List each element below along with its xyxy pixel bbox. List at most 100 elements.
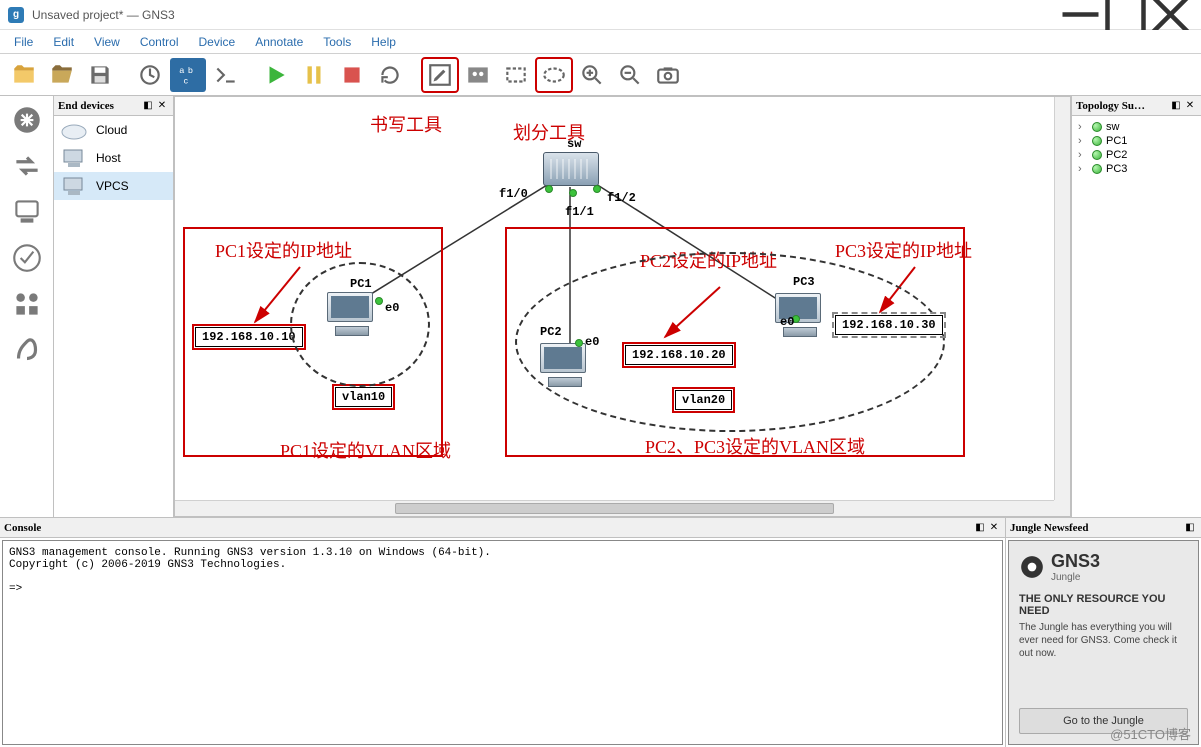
device-label: Cloud <box>96 123 127 137</box>
vlan10-ellipse[interactable] <box>290 262 430 387</box>
panel-close-button[interactable]: ✕ <box>155 99 169 113</box>
device-label: Host <box>96 151 121 165</box>
new-project-button[interactable] <box>6 58 42 92</box>
port-dot <box>545 185 553 193</box>
menu-file[interactable]: File <box>4 32 43 52</box>
panel-undock-button[interactable]: ◧ <box>1169 99 1183 113</box>
end-devices-header: End devices ◧ ✕ <box>54 96 173 116</box>
port-label-f11: f1/1 <box>565 205 594 219</box>
topology-label: PC1 <box>1106 135 1127 147</box>
console-line: GNS3 management console. Running GNS3 ve… <box>9 547 491 559</box>
jungle-text: The Jungle has everything you will ever … <box>1019 621 1188 660</box>
open-project-button[interactable] <box>44 58 80 92</box>
port-dot <box>575 339 583 347</box>
add-link-button[interactable] <box>5 330 49 370</box>
pause-all-button[interactable] <box>296 58 332 92</box>
gns3-logo-icon <box>1019 554 1045 580</box>
pc2-ip-box[interactable]: 192.168.10.20 <box>625 345 733 365</box>
port-label-f12: f1/2 <box>607 191 636 205</box>
panel-close-button[interactable]: ✕ <box>1183 99 1197 113</box>
draw-ellipse-button[interactable] <box>536 58 572 92</box>
device-item-host[interactable]: Host <box>54 144 173 172</box>
console-all-button[interactable] <box>208 58 244 92</box>
console-output[interactable]: GNS3 management console. Running GNS3 ve… <box>2 540 1003 745</box>
menu-device[interactable]: Device <box>189 32 246 52</box>
show-hostnames-button[interactable]: abc <box>170 58 206 92</box>
jungle-headline: THE ONLY RESOURCE YOU NEED <box>1019 593 1188 617</box>
screenshot-button[interactable] <box>650 58 686 92</box>
status-dot-icon <box>1092 164 1102 174</box>
insert-image-button[interactable] <box>460 58 496 92</box>
zoom-out-button[interactable] <box>612 58 648 92</box>
menubar: File Edit View Control Device Annotate T… <box>0 30 1201 54</box>
jungle-title: Jungle Newsfeed <box>1010 522 1183 534</box>
all-devices-category-button[interactable] <box>5 284 49 324</box>
reload-button[interactable] <box>132 58 168 92</box>
end-devices-category-button[interactable] <box>5 192 49 232</box>
stop-all-button[interactable] <box>334 58 370 92</box>
routers-category-button[interactable] <box>5 100 49 140</box>
start-all-button[interactable] <box>258 58 294 92</box>
menu-help[interactable]: Help <box>361 32 406 52</box>
canvas-vertical-scrollbar[interactable] <box>1054 97 1070 500</box>
pc2-port: e0 <box>585 335 599 349</box>
watermark: @51CTO博客 <box>1110 724 1191 743</box>
device-item-vpcs[interactable]: VPCS <box>54 172 173 200</box>
menu-control[interactable]: Control <box>130 32 189 52</box>
menu-edit[interactable]: Edit <box>43 32 84 52</box>
menu-tools[interactable]: Tools <box>313 32 361 52</box>
switches-category-button[interactable] <box>5 146 49 186</box>
menu-view[interactable]: View <box>84 32 130 52</box>
refresh-button[interactable] <box>372 58 408 92</box>
topology-item-pc3[interactable]: ›PC3 <box>1076 162 1197 176</box>
close-button[interactable] <box>1148 0 1193 30</box>
topology-item-sw[interactable]: ›sw <box>1076 120 1197 134</box>
zoom-in-button[interactable] <box>574 58 610 92</box>
panel-undock-button[interactable]: ◧ <box>141 99 155 113</box>
pc2-label: PC2 <box>540 325 562 339</box>
console-line: Copyright (c) 2006-2019 GNS3 Technologie… <box>9 559 286 571</box>
panel-undock-button[interactable]: ◧ <box>1183 521 1197 535</box>
port-dot <box>569 189 577 197</box>
topology-list: ›sw ›PC1 ›PC2 ›PC3 <box>1072 116 1201 180</box>
topology-panel: Topology Su… ◧ ✕ ›sw ›PC1 ›PC2 ›PC3 <box>1071 96 1201 517</box>
pc3-port: e0 <box>780 315 794 329</box>
switch-label: sw <box>567 137 581 151</box>
minimize-button[interactable] <box>1058 0 1103 30</box>
maximize-button[interactable] <box>1103 0 1148 30</box>
device-item-cloud[interactable]: Cloud <box>54 116 173 144</box>
save-project-button[interactable] <box>82 58 118 92</box>
device-category-bar <box>0 96 54 517</box>
app-icon: g <box>8 7 24 23</box>
menu-annotate[interactable]: Annotate <box>245 32 313 52</box>
end-devices-panel: End devices ◧ ✕ Cloud Host VPCS <box>54 96 174 517</box>
pc1-ip-box[interactable]: 192.168.10.10 <box>195 327 303 347</box>
annotation-pc1-ip: PC1设定的IP地址 <box>215 237 352 263</box>
draw-rectangle-button[interactable] <box>498 58 534 92</box>
topology-label: PC2 <box>1106 149 1127 161</box>
jungle-panel: Jungle Newsfeed ◧ GNS3 Jungle THE ONLY R… <box>1006 518 1201 747</box>
topology-canvas[interactable]: 书写工具 划分工具 sw f1/0 f1/1 f1/2 PC1设定的IP地址 P… <box>174 96 1071 517</box>
switch-node[interactable] <box>543 152 599 186</box>
pc3-ip-box[interactable]: 192.168.10.30 <box>835 315 943 335</box>
annotation-pc3-ip: PC3设定的IP地址 <box>835 237 972 263</box>
topology-title: Topology Su… <box>1076 100 1169 112</box>
vlan20-box[interactable]: vlan20 <box>675 390 732 410</box>
pc2-node[interactable] <box>540 343 590 387</box>
topology-item-pc1[interactable]: ›PC1 <box>1076 134 1197 148</box>
panel-undock-button[interactable]: ◧ <box>973 521 987 535</box>
port-label-f10: f1/0 <box>499 187 528 201</box>
console-header: Console ◧ ✕ <box>0 518 1005 538</box>
jungle-body: GNS3 Jungle THE ONLY RESOURCE YOU NEED T… <box>1008 540 1199 745</box>
topology-header: Topology Su… ◧ ✕ <box>1072 96 1201 116</box>
jungle-sub: Jungle <box>1051 572 1100 583</box>
topology-item-pc2[interactable]: ›PC2 <box>1076 148 1197 162</box>
topology-label: sw <box>1106 121 1119 133</box>
security-devices-category-button[interactable] <box>5 238 49 278</box>
vlan10-box[interactable]: vlan10 <box>335 387 392 407</box>
canvas-horizontal-scrollbar[interactable] <box>175 500 1054 516</box>
console-title: Console <box>4 522 973 534</box>
annotation-pc1-vlan: PC1设定的VLAN区域 <box>280 437 451 463</box>
panel-close-button[interactable]: ✕ <box>987 521 1001 535</box>
annotate-tool-button[interactable] <box>422 58 458 92</box>
